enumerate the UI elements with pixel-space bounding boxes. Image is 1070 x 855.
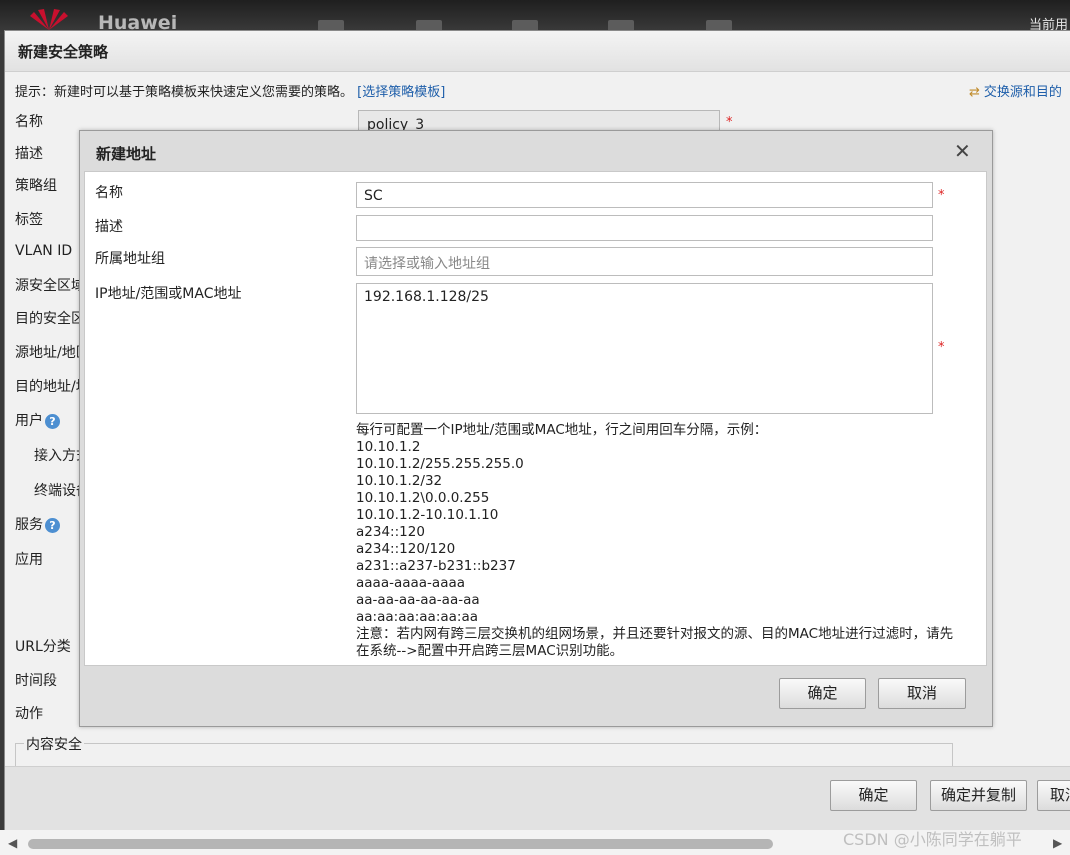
help-line: a234::120/120 [356, 541, 456, 557]
service-label-text: 服务 [15, 517, 43, 533]
close-icon[interactable]: ✕ [954, 139, 971, 163]
help-line: 10.10.1.2/255.255.255.0 [356, 456, 524, 472]
address-name-label: 名称 [95, 185, 123, 201]
swap-label: 交换源和目的 [983, 85, 1062, 100]
policy-desc-label: 描述 [15, 146, 43, 162]
help-icon[interactable]: ? [45, 413, 60, 429]
address-dialog-buttons: 确定 取消 [84, 667, 987, 722]
content-security-legend: 内容安全 [24, 734, 84, 754]
swap-icon: ⇄ [969, 85, 980, 100]
help-line: a234::120 [356, 524, 425, 540]
scrollbar-thumb[interactable] [28, 839, 773, 849]
address-desc-input[interactable] [356, 215, 933, 241]
policy-name-label: 名称 [15, 114, 43, 130]
address-dialog-title: 新建地址 [96, 145, 157, 163]
address-ok-button[interactable]: 确定 [779, 678, 866, 709]
url-category-label: URL分类 [15, 639, 71, 655]
help-icon[interactable]: ? [45, 517, 60, 533]
hint-text: 提示：新建时可以基于策略模板来快速定义您需要的策略。 [15, 85, 354, 100]
dialog-titlebar: 新建安全策略 [5, 31, 1070, 72]
template-hint: 提示：新建时可以基于策略模板来快速定义您需要的策略。 [选择策略模板] [15, 81, 445, 100]
scroll-left-icon[interactable]: ◀ [8, 836, 17, 850]
ip-mac-label: IP地址/范围或MAC地址 [95, 286, 242, 302]
help-line: a231::a237-b231::b237 [356, 558, 516, 574]
huawei-logo-icon [30, 9, 68, 30]
address-desc-label: 描述 [95, 219, 123, 235]
swap-source-dest-link[interactable]: ⇄ 交换源和目的 [969, 81, 1062, 100]
dialog-button-bar: 确定 确定并复制 取消 [5, 766, 1070, 831]
required-mark: * [938, 340, 945, 355]
vlan-id-label: VLAN ID [15, 243, 73, 259]
help-line: 10.10.1.2\0.0.0.255 [356, 490, 490, 506]
cancel-button[interactable]: 取消 [1037, 780, 1070, 811]
required-mark: * [726, 115, 733, 130]
select-template-link[interactable]: [选择策略模板] [357, 85, 445, 100]
new-address-dialog: 新建地址 ✕ 名称 SC * 描述 所属地址组 请选择或输入地址组 IP地址/范… [79, 130, 993, 727]
help-line: 每行可配置一个IP地址/范围或MAC地址，行之间用回车分隔，示例： [356, 422, 768, 438]
help-line: 10.10.1.2/32 [356, 473, 443, 489]
policy-tag-label: 标签 [15, 212, 43, 228]
src-zone-label: 源安全区域 [15, 278, 85, 294]
content-security-section: 内容安全 [15, 734, 953, 766]
required-mark: * [938, 188, 945, 203]
app-header: Huawei 当前用 [0, 0, 1070, 34]
policy-group-label: 策略组 [15, 178, 57, 194]
address-group-label: 所属地址组 [95, 251, 165, 267]
user-label: 用户? [15, 410, 60, 430]
scroll-right-icon[interactable]: ▶ [1053, 836, 1062, 850]
address-group-select[interactable]: 请选择或输入地址组 [356, 247, 933, 276]
user-label-text: 用户 [15, 413, 43, 429]
dialog-title: 新建安全策略 [18, 43, 109, 61]
time-range-label: 时间段 [15, 673, 57, 689]
ok-and-copy-button[interactable]: 确定并复制 [930, 780, 1027, 811]
ok-button[interactable]: 确定 [830, 780, 917, 811]
application-label: 应用 [15, 552, 43, 568]
help-line: aaaa-aaaa-aaaa [356, 575, 466, 591]
address-name-input[interactable]: SC [356, 182, 933, 208]
action-label: 动作 [15, 706, 43, 722]
ip-format-help: 每行可配置一个IP地址/范围或MAC地址，行之间用回车分隔，示例： 10.10.… [356, 422, 956, 660]
help-line: 10.10.1.2-10.10.1.10 [356, 507, 499, 523]
service-label: 服务? [15, 514, 60, 534]
address-dialog-titlebar: 新建地址 ✕ [80, 131, 992, 171]
csdn-watermark: CSDN @小陈同学在躺平 [843, 830, 1022, 849]
help-line: aa:aa:aa:aa:aa:aa [356, 609, 479, 625]
help-note: 注意：若内网有跨三层交换机的组网场景，并且还要针对报文的源、目的MAC地址进行过… [356, 626, 954, 659]
help-line: aa-aa-aa-aa-aa-aa [356, 592, 480, 608]
ip-mac-textarea[interactable]: 192.168.1.128/25 [356, 283, 933, 414]
address-form: 名称 SC * 描述 所属地址组 请选择或输入地址组 IP地址/范围或MAC地址… [84, 171, 987, 666]
address-cancel-button[interactable]: 取消 [878, 678, 966, 709]
help-line: 10.10.1.2 [356, 439, 421, 455]
